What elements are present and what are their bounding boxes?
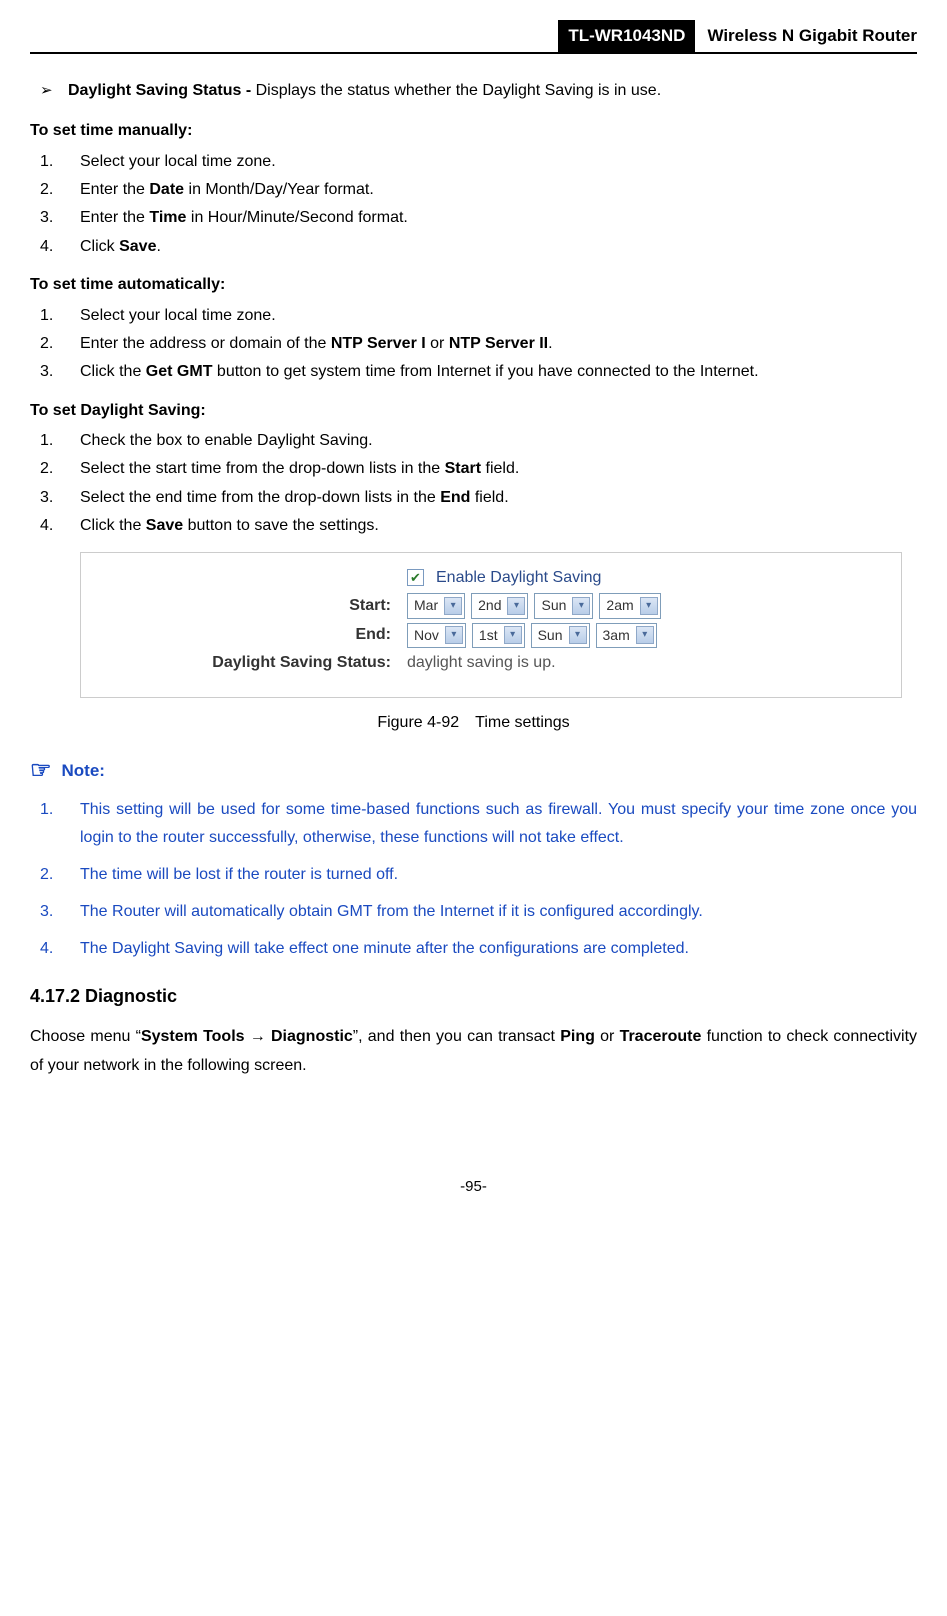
start-day-select[interactable]: Sun▾ <box>534 593 593 619</box>
manual-step-3: Enter the Time in Hour/Minute/Second for… <box>30 207 917 229</box>
page-header: TL-WR1043ND Wireless N Gigabit Router <box>30 20 917 54</box>
note-list: This setting will be used for some time-… <box>30 796 917 964</box>
chevron-down-icon: ▾ <box>445 626 463 644</box>
product-label: Wireless N Gigabit Router <box>695 20 917 52</box>
note-header: ☞ Note: <box>30 754 917 788</box>
figure-time-settings: ✔ Enable Daylight Saving Start: Mar▾ 2nd… <box>80 552 902 698</box>
ds-step-2: Select the start time from the drop-down… <box>30 458 917 480</box>
diagnostic-paragraph: Choose menu “System Tools → Diagnostic”,… <box>30 1023 917 1081</box>
status-label: Daylight Saving Status: <box>81 652 407 674</box>
note-label: Note: <box>62 759 105 783</box>
note-item-1: This setting will be used for some time-… <box>30 796 917 854</box>
chevron-down-icon: ▾ <box>444 597 462 615</box>
ds-step-1: Check the box to enable Daylight Saving. <box>30 430 917 452</box>
bullet-arrow-icon: ➢ <box>40 80 68 102</box>
chevron-down-icon: ▾ <box>569 626 587 644</box>
end-hour-select[interactable]: 3am▾ <box>596 623 657 649</box>
figure-caption: Figure 4-92 Time settings <box>30 712 917 734</box>
manual-step-4: Click Save. <box>30 236 917 258</box>
diagnostic-heading: 4.17.2 Diagnostic <box>30 984 917 1009</box>
ds-heading: To set Daylight Saving: <box>30 400 917 422</box>
page-number: -95- <box>0 1116 947 1227</box>
start-hour-select[interactable]: 2am▾ <box>599 593 660 619</box>
status-value: daylight saving is up. <box>407 652 556 674</box>
chevron-down-icon: ▾ <box>504 626 522 644</box>
end-week-select[interactable]: 1st▾ <box>472 623 525 649</box>
chevron-down-icon: ▾ <box>636 626 654 644</box>
auto-step-2: Enter the address or domain of the NTP S… <box>30 333 917 355</box>
chevron-down-icon: ▾ <box>507 597 525 615</box>
enable-daylight-checkbox[interactable]: ✔ <box>407 569 424 586</box>
note-item-3: The Router will automatically obtain GMT… <box>30 898 917 927</box>
daylight-bullet: ➢ Daylight Saving Status - Displays the … <box>40 80 917 102</box>
daylight-bullet-text: Daylight Saving Status - Displays the st… <box>68 80 917 102</box>
auto-heading: To set time automatically: <box>30 274 917 296</box>
page-content: ➢ Daylight Saving Status - Displays the … <box>0 54 947 1117</box>
start-month-select[interactable]: Mar▾ <box>407 593 465 619</box>
ds-step-4: Click the Save button to save the settin… <box>30 515 917 537</box>
chevron-down-icon: ▾ <box>572 597 590 615</box>
daylight-title: Daylight Saving Status - <box>68 82 256 99</box>
manual-step-1: Select your local time zone. <box>30 151 917 173</box>
auto-step-3: Click the Get GMT button to get system t… <box>30 361 917 383</box>
end-month-select[interactable]: Nov▾ <box>407 623 466 649</box>
manual-step-2: Enter the Date in Month/Day/Year format. <box>30 179 917 201</box>
model-label: TL-WR1043ND <box>558 20 695 52</box>
auto-steps: Select your local time zone. Enter the a… <box>30 305 917 384</box>
end-day-select[interactable]: Sun▾ <box>531 623 590 649</box>
end-label: End: <box>81 624 407 646</box>
pointing-hand-icon: ☞ <box>30 754 52 788</box>
chevron-down-icon: ▾ <box>640 597 658 615</box>
ds-step-3: Select the end time from the drop-down l… <box>30 487 917 509</box>
manual-heading: To set time manually: <box>30 120 917 142</box>
daylight-desc: Displays the status whether the Daylight… <box>256 82 662 99</box>
manual-steps: Select your local time zone. Enter the D… <box>30 151 917 259</box>
auto-step-1: Select your local time zone. <box>30 305 917 327</box>
start-label: Start: <box>81 595 407 617</box>
note-item-4: The Daylight Saving will take effect one… <box>30 935 917 964</box>
start-week-select[interactable]: 2nd▾ <box>471 593 528 619</box>
note-item-2: The time will be lost if the router is t… <box>30 861 917 890</box>
ds-steps: Check the box to enable Daylight Saving.… <box>30 430 917 538</box>
enable-daylight-label: Enable Daylight Saving <box>436 567 601 589</box>
